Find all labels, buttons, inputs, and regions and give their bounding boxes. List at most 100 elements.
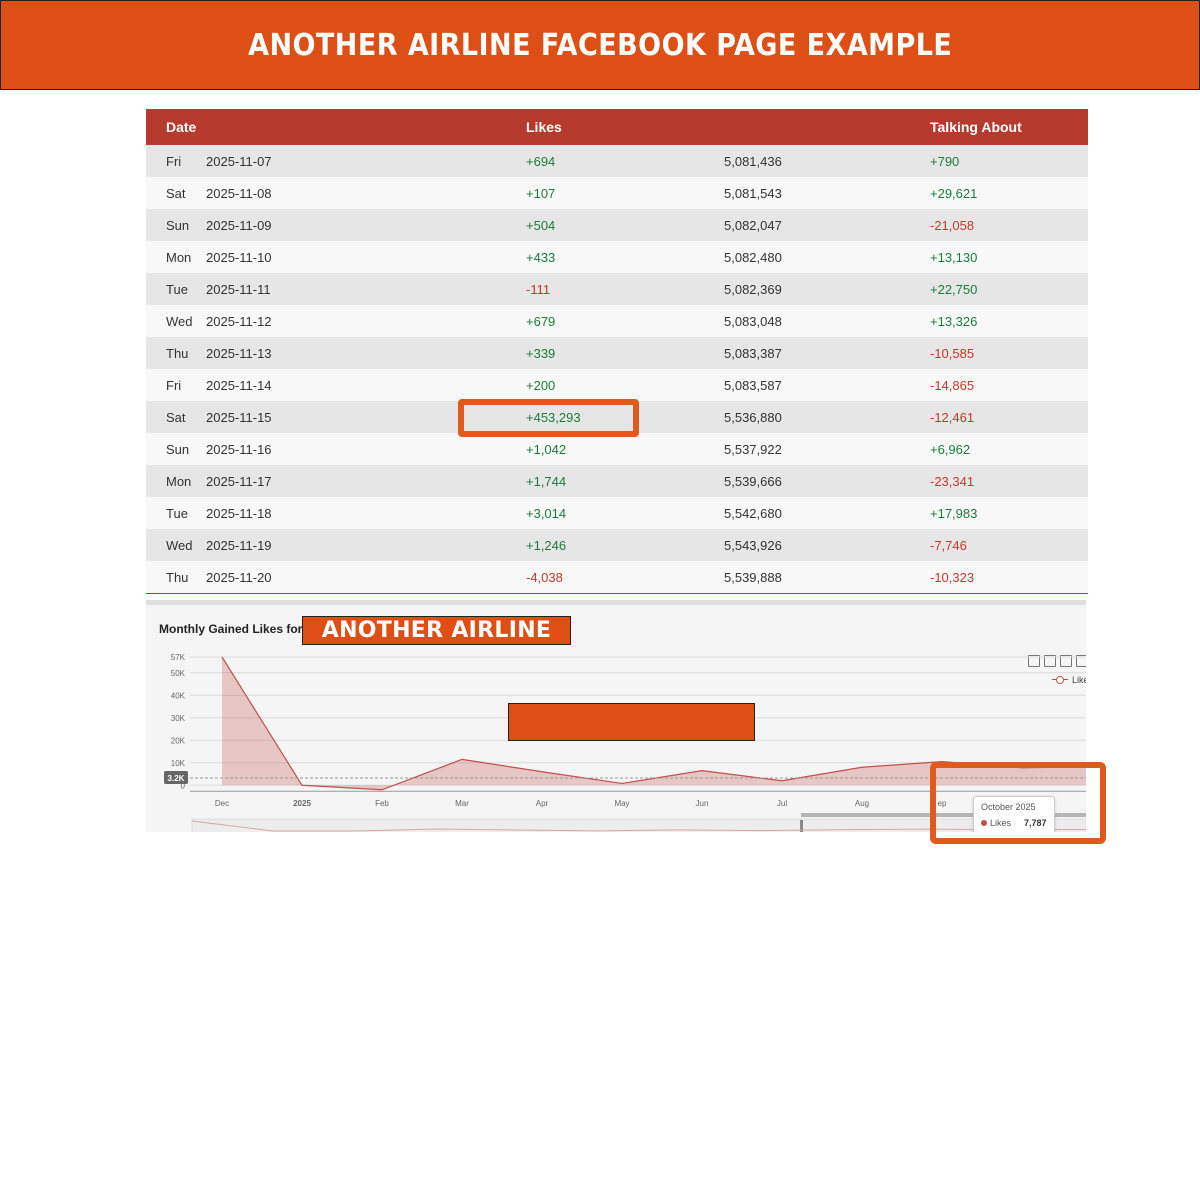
row-total-likes: 5,539,666 bbox=[724, 474, 782, 489]
row-date: 2025-11-09 bbox=[206, 218, 272, 233]
table-row[interactable]: Sun 2025-11-09 +504 5,082,047 -21,058 bbox=[146, 209, 1088, 241]
row-day: Fri bbox=[166, 154, 182, 169]
y-tick-label: 40K bbox=[171, 691, 186, 700]
row-talking-about: -23,341 bbox=[930, 474, 975, 489]
table-row[interactable]: Mon 2025-11-17 +1,744 5,539,666 -23,341 bbox=[146, 465, 1088, 497]
row-likes: +1,042 bbox=[526, 442, 567, 457]
row-day: Thu bbox=[166, 346, 189, 361]
x-tick-label: Feb bbox=[375, 799, 389, 808]
row-date: 2025-11-13 bbox=[206, 346, 272, 361]
table-row[interactable]: Sun 2025-11-16 +1,042 5,537,922 +6,962 bbox=[146, 433, 1088, 465]
x-tick-label: 2025 bbox=[293, 799, 311, 808]
row-likes: -4,038 bbox=[526, 570, 563, 585]
row-date: 2025-11-12 bbox=[206, 314, 272, 329]
row-talking-about: +6,962 bbox=[930, 442, 971, 457]
row-day: Wed bbox=[166, 538, 193, 553]
x-tick-label: Jun bbox=[696, 799, 709, 808]
table-row[interactable]: Fri 2025-11-14 +200 5,083,587 -14,865 bbox=[146, 369, 1088, 401]
highlight-tooltip-callout bbox=[930, 762, 1106, 844]
row-day: Mon bbox=[166, 250, 192, 265]
row-talking-about: -10,585 bbox=[930, 346, 975, 361]
row-likes: +1,744 bbox=[526, 474, 567, 489]
row-day: Sat bbox=[166, 186, 186, 201]
row-talking-about: +22,750 bbox=[930, 282, 978, 297]
row-talking-about: +17,983 bbox=[930, 506, 978, 521]
row-likes: +107 bbox=[526, 186, 556, 201]
row-day: Sun bbox=[166, 218, 190, 233]
y-tick-label: 20K bbox=[171, 736, 186, 745]
row-date: 2025-11-08 bbox=[206, 186, 272, 201]
table-body: Fri 2025-11-07 +694 5,081,436 +790 Sat 2025-11… bbox=[146, 145, 1088, 593]
banner-title: ANOTHER AIRLINE FACEBOOK PAGE EXAMPLE bbox=[247, 27, 953, 63]
row-likes: +1,246 bbox=[526, 538, 567, 553]
row-talking-about: +790 bbox=[930, 154, 960, 169]
row-total-likes: 5,082,047 bbox=[724, 218, 782, 233]
table-row[interactable]: Wed 2025-11-12 +679 5,083,048 +13,326 bbox=[146, 305, 1088, 337]
row-day: Thu bbox=[166, 570, 189, 585]
row-day: Mon bbox=[166, 474, 192, 489]
row-total-likes: 5,082,480 bbox=[724, 250, 782, 265]
axis-pointer-label: 3.2K bbox=[168, 774, 185, 783]
row-total-likes: 5,082,369 bbox=[724, 282, 782, 297]
row-total-likes: 5,083,387 bbox=[724, 346, 782, 361]
row-date: 2025-11-15 bbox=[206, 410, 272, 425]
row-talking-about: +13,130 bbox=[930, 250, 978, 265]
row-date: 2025-11-14 bbox=[206, 378, 272, 393]
page-banner: ANOTHER AIRLINE FACEBOOK PAGE EXAMPLE bbox=[0, 0, 1200, 90]
row-total-likes: 5,083,048 bbox=[724, 314, 782, 329]
row-date: 2025-11-07 bbox=[206, 154, 272, 169]
x-tick-label: Mar bbox=[455, 799, 469, 808]
header-date[interactable]: Date bbox=[166, 119, 196, 135]
row-total-likes: 5,083,587 bbox=[724, 378, 782, 393]
row-day: Sun bbox=[166, 442, 190, 457]
row-total-likes: 5,539,888 bbox=[724, 570, 782, 585]
row-likes: +679 bbox=[526, 314, 556, 329]
table-row[interactable]: Tue 2025-11-11 -111 5,082,369 +22,750 bbox=[146, 273, 1088, 305]
row-likes: +504 bbox=[526, 218, 556, 233]
highlight-spike-likes bbox=[458, 399, 639, 437]
row-likes: +433 bbox=[526, 250, 556, 265]
redaction-block bbox=[508, 703, 755, 741]
row-talking-about: -7,746 bbox=[930, 538, 967, 553]
table-header: Date Likes Talking About bbox=[146, 109, 1088, 145]
row-likes: +3,014 bbox=[526, 506, 567, 521]
table-row[interactable]: Sat 2025-11-08 +107 5,081,543 +29,621 bbox=[146, 177, 1088, 209]
row-total-likes: 5,536,880 bbox=[724, 410, 782, 425]
y-tick-label: 57K bbox=[171, 653, 186, 662]
row-likes: +200 bbox=[526, 378, 556, 393]
row-total-likes: 5,543,926 bbox=[724, 538, 782, 553]
x-tick-label: Dec bbox=[215, 799, 229, 808]
row-date: 2025-11-11 bbox=[206, 282, 271, 297]
x-tick-label: Aug bbox=[855, 799, 869, 808]
table-row[interactable]: Thu 2025-11-20 -4,038 5,539,888 -10,323 bbox=[146, 561, 1088, 593]
row-date: 2025-11-17 bbox=[206, 474, 272, 489]
row-date: 2025-11-18 bbox=[206, 506, 272, 521]
x-tick-label: May bbox=[614, 799, 629, 808]
row-talking-about: -12,461 bbox=[930, 410, 975, 425]
header-likes[interactable]: Likes bbox=[526, 119, 562, 135]
row-date: 2025-11-19 bbox=[206, 538, 272, 553]
row-talking-about: -14,865 bbox=[930, 378, 975, 393]
table-row[interactable]: Wed 2025-11-19 +1,246 5,543,926 -7,746 bbox=[146, 529, 1088, 561]
row-talking-about: +29,621 bbox=[930, 186, 978, 201]
row-total-likes: 5,081,436 bbox=[724, 154, 782, 169]
row-talking-about: -10,323 bbox=[930, 570, 975, 585]
y-tick-label: 30K bbox=[171, 714, 186, 723]
x-tick-label: Apr bbox=[536, 799, 549, 808]
row-day: Tue bbox=[166, 282, 188, 297]
y-tick-label: 10K bbox=[171, 759, 186, 768]
row-date: 2025-11-10 bbox=[206, 250, 272, 265]
row-day: Fri bbox=[166, 378, 182, 393]
table-row[interactable]: Mon 2025-11-10 +433 5,082,480 +13,130 bbox=[146, 241, 1088, 273]
x-tick-label: Jul bbox=[777, 799, 787, 808]
table-row[interactable]: Tue 2025-11-18 +3,014 5,542,680 +17,983 bbox=[146, 497, 1088, 529]
header-talking-about[interactable]: Talking About bbox=[930, 119, 1022, 135]
row-day: Tue bbox=[166, 506, 188, 521]
row-likes: -111 bbox=[526, 282, 551, 297]
table-row[interactable]: Fri 2025-11-07 +694 5,081,436 +790 bbox=[146, 145, 1088, 177]
row-total-likes: 5,537,922 bbox=[724, 442, 782, 457]
table-row[interactable]: Thu 2025-11-13 +339 5,083,387 -10,585 bbox=[146, 337, 1088, 369]
row-total-likes: 5,542,680 bbox=[724, 506, 782, 521]
row-date: 2025-11-20 bbox=[206, 570, 272, 585]
row-talking-about: +13,326 bbox=[930, 314, 978, 329]
